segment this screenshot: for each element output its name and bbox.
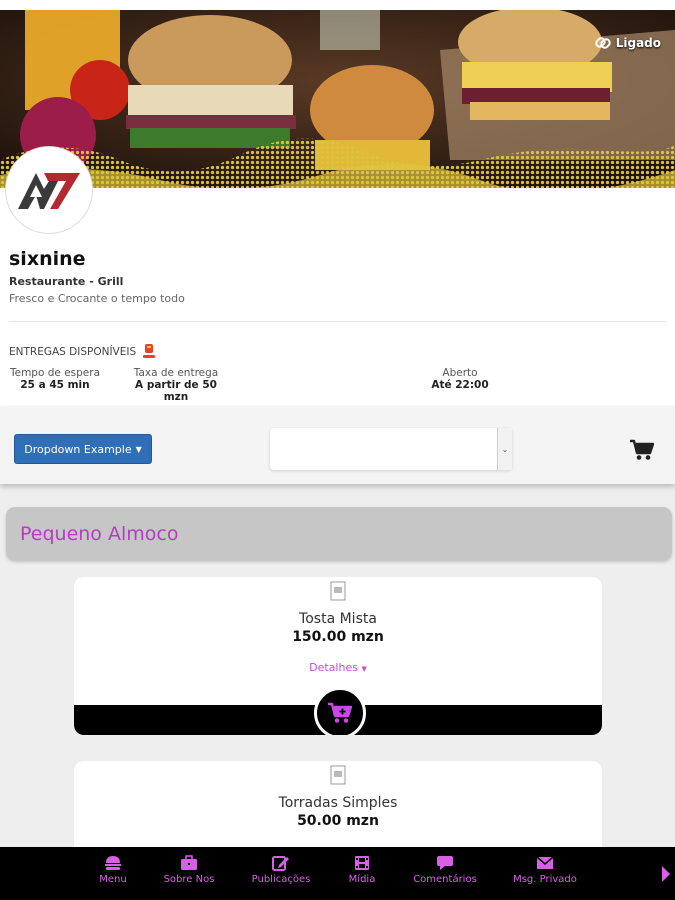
category-select[interactable]: ⌄: [270, 428, 512, 470]
nav-item-publicacoes[interactable]: Publicações: [244, 855, 318, 885]
shopping-cart-icon: [630, 439, 655, 460]
section-header-pequeno-almoco[interactable]: Pequeno Almoco: [6, 507, 672, 560]
opening-hours-value: Até 22:00: [431, 379, 489, 391]
status-indicator[interactable]: Ligado: [594, 34, 661, 52]
delivery-fee-label: Taxa de entrega: [133, 367, 219, 379]
product-name: Tosta Mista: [299, 611, 377, 627]
top-strip: [0, 0, 675, 10]
deliveries-available: ENTREGAS DISPONÍVEIS: [9, 343, 156, 361]
film-icon: [355, 856, 369, 870]
nav-label: Comentários: [413, 874, 477, 885]
menu-icon: [105, 856, 121, 870]
product-price: 50.00 mzn: [297, 813, 379, 829]
nav-label: Sobre Nos: [163, 874, 215, 885]
nav-label: Mídia: [348, 874, 376, 885]
caret-down-icon: ▼: [361, 665, 367, 673]
chevron-right-icon: [662, 866, 670, 882]
nav-label: Menu: [99, 874, 127, 885]
nav-item-comentarios[interactable]: Comentários: [406, 855, 484, 885]
wait-time-info: Tempo de espera 25 a 45 min: [9, 367, 101, 391]
product-card[interactable]: Torradas Simples 50.00 mzn: [74, 761, 602, 861]
product-card[interactable]: Tosta Mista 150.00 mzn Detalhes ▼: [74, 577, 602, 735]
product-price: 150.00 mzn: [292, 629, 384, 645]
nav-next-button[interactable]: [661, 865, 671, 887]
category-dropdown-button[interactable]: Dropdown Example ▼: [14, 434, 152, 464]
nav-item-menu[interactable]: Menu: [88, 855, 138, 885]
nav-item-msg-privado[interactable]: Msg. Privado: [508, 855, 582, 885]
briefcase-icon: [181, 855, 197, 870]
restaurant-category: Restaurante - Grill: [9, 275, 124, 288]
delivery-fee-value: A partir de 50 mzn: [135, 379, 217, 403]
image-placeholder-icon: [330, 581, 346, 601]
divider: [9, 321, 666, 322]
wait-time-label: Tempo de espera: [9, 367, 100, 379]
delivery-icon: [143, 344, 156, 358]
restaurant-tagline: Fresco e Crocante o tempo todo: [9, 292, 185, 305]
restaurant-name: sixnine: [9, 248, 86, 270]
caret-down-icon: ▼: [135, 444, 142, 454]
envelope-icon: [536, 856, 554, 869]
product-name: Torradas Simples: [278, 795, 398, 811]
link-icon: [595, 37, 611, 49]
nav-item-sobre-nos[interactable]: Sobre Nos: [158, 855, 220, 885]
opening-hours-label: Aberto: [442, 367, 478, 379]
bottom-navigation: Menu Sobre Nos Publicações Mídia Comentá…: [0, 847, 675, 900]
nav-label: Msg. Privado: [513, 874, 577, 885]
edit-icon: [272, 856, 289, 871]
nav-label: Publicações: [251, 874, 311, 885]
section-title: Pequeno Almoco: [20, 523, 179, 545]
delivery-fee-info: Taxa de entrega A partir de 50 mzn: [122, 367, 230, 403]
comment-icon: [437, 856, 453, 870]
opening-hours-info: Aberto Até 22:00: [420, 367, 500, 391]
cover-banner: Ligado: [0, 10, 675, 188]
add-to-cart-button[interactable]: [314, 687, 366, 735]
nav-item-midia[interactable]: Mídia: [342, 855, 382, 885]
add-cart-icon: [328, 702, 352, 723]
cart-button[interactable]: [630, 439, 655, 465]
dropdown-label: Dropdown Example: [24, 442, 132, 456]
details-toggle[interactable]: Detalhes ▼: [74, 661, 602, 674]
image-placeholder-icon: [330, 765, 346, 785]
burger-photo: [0, 10, 675, 188]
status-label: Ligado: [615, 36, 661, 50]
restaurant-logo: [6, 147, 92, 233]
deliveries-label: ENTREGAS DISPONÍVEIS: [9, 346, 137, 358]
details-label: Detalhes: [309, 661, 358, 674]
logo-mark: [18, 173, 80, 209]
select-arrow-icon: ⌄: [497, 428, 512, 470]
menu-toolbar: Dropdown Example ▼ ⌄: [0, 406, 675, 484]
restaurant-profile: sixnine Restaurante - Grill Fresco e Cro…: [0, 188, 675, 406]
wait-time-value: 25 a 45 min: [20, 379, 90, 391]
